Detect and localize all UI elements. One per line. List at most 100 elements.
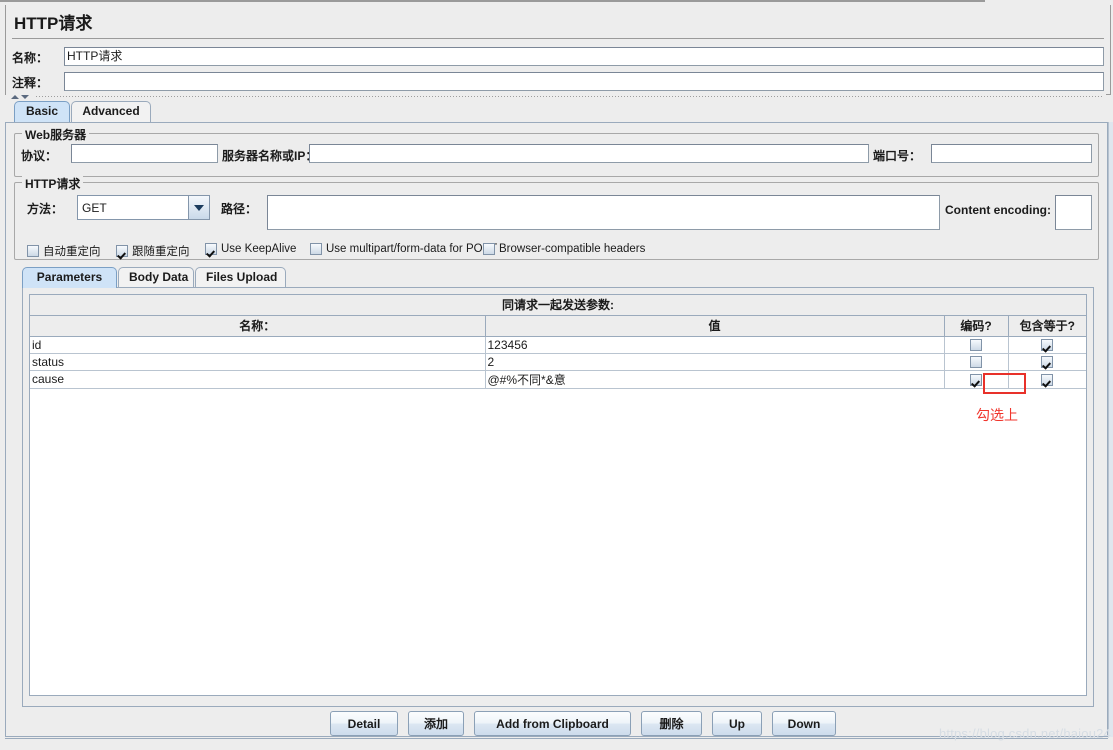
- vertical-scrollbar[interactable]: [1108, 122, 1113, 737]
- table-action-buttons: Detail 添加 Add from Clipboard 删除 Up Down: [330, 711, 836, 736]
- param-encode-cell[interactable]: [944, 370, 1009, 389]
- collapse-down-icon[interactable]: [21, 95, 29, 99]
- use-multipart-label: Use multipart/form-data for POST: [326, 243, 498, 255]
- param-value-cell[interactable]: 2: [485, 353, 945, 371]
- split-pane-divider[interactable]: [6, 92, 1106, 101]
- param-include-equals-cell[interactable]: [1008, 353, 1086, 371]
- tab-advanced[interactable]: Advanced: [71, 101, 151, 122]
- param-include-equals-cell[interactable]: [1008, 370, 1086, 389]
- tab-body-data-label: Body Data: [129, 270, 189, 284]
- column-header-include-equals[interactable]: 包含等于?: [1008, 316, 1086, 337]
- auto-redirect-label: 自动重定向: [43, 246, 101, 258]
- encode-checkbox[interactable]: [970, 373, 982, 386]
- table-row[interactable]: id 123456: [30, 336, 1086, 354]
- port-input[interactable]: [931, 144, 1092, 163]
- content-encoding-input[interactable]: [1055, 195, 1092, 230]
- add-from-clipboard-button[interactable]: Add from Clipboard: [474, 711, 631, 736]
- http-request-group-title: HTTP请求: [22, 175, 84, 192]
- add-button[interactable]: 添加: [408, 711, 464, 736]
- encode-checkbox[interactable]: [970, 339, 982, 352]
- http-request-group: HTTP请求 方法： GET 路径： Content encoding: 自动重…: [14, 175, 1099, 260]
- port-label: 端口号：: [873, 149, 922, 163]
- include-equals-checkbox[interactable]: [1041, 373, 1054, 386]
- comment-label: 注释：: [12, 76, 49, 90]
- table-row[interactable]: status 2: [30, 353, 1086, 371]
- tab-advanced-label: Advanced: [82, 104, 140, 118]
- auto-redirect-checkbox-box[interactable]: [27, 245, 39, 257]
- header-panel: HTTP请求 名称： HTTP请求 注释：: [5, 5, 1111, 95]
- comment-input[interactable]: [64, 72, 1104, 91]
- parameters-table-caption: 同请求一起发送参数:: [30, 295, 1086, 316]
- web-server-group: Web服务器 协议： 服务器名称或IP： 端口号：: [14, 126, 1099, 177]
- param-include-equals-cell[interactable]: [1008, 336, 1086, 354]
- jmeter-http-request-window: HTTP请求 名称： HTTP请求 注释： Basic Advanced Web…: [0, 0, 1113, 750]
- collapse-up-icon[interactable]: [11, 95, 19, 99]
- param-value-cell[interactable]: @#%不同*&意: [485, 370, 945, 389]
- parameters-table: 名称： 值 编码? 包含等于? id 123456 status 2 cause…: [30, 316, 1086, 389]
- tab-basic-label: Basic: [25, 104, 59, 118]
- browser-compatible-headers-label: Browser-compatible headers: [499, 243, 646, 255]
- up-button[interactable]: Up: [712, 711, 762, 736]
- use-multipart-checkbox-box[interactable]: [310, 243, 322, 255]
- checkbox-auto-redirect[interactable]: 自动重定向: [27, 243, 101, 259]
- tab-files-upload-label: Files Upload: [206, 270, 278, 284]
- param-encode-cell[interactable]: [944, 336, 1009, 354]
- annotation-label: 勾选上: [976, 407, 1018, 423]
- checkbox-follow-redirect[interactable]: 跟随重定向: [116, 243, 190, 259]
- basic-tab-content: Web服务器 协议： 服务器名称或IP： 端口号： HTTP请求 方法： GET…: [5, 122, 1108, 737]
- delete-button[interactable]: 删除: [641, 711, 702, 736]
- param-value-cell[interactable]: 123456: [485, 336, 945, 354]
- page-title: HTTP请求: [14, 14, 93, 33]
- tab-body-data[interactable]: Body Data: [118, 267, 194, 288]
- checkbox-browser-compatible-headers[interactable]: Browser-compatible headers: [483, 243, 645, 255]
- param-name-cell[interactable]: cause: [30, 370, 486, 389]
- protocol-label: 协议：: [21, 149, 58, 163]
- parameters-panel: 同请求一起发送参数: 名称： 值 编码? 包含等于? id 123456 sta…: [22, 287, 1094, 707]
- browser-compatible-headers-checkbox-box[interactable]: [483, 243, 495, 255]
- table-row[interactable]: cause @#%不同*&意: [30, 370, 1086, 389]
- include-equals-checkbox[interactable]: [1041, 339, 1054, 352]
- path-label: 路径：: [221, 202, 258, 216]
- detail-button[interactable]: Detail: [330, 711, 398, 736]
- tab-parameters[interactable]: Parameters: [22, 267, 117, 288]
- include-equals-checkbox[interactable]: [1041, 356, 1054, 369]
- method-combobox[interactable]: GET: [77, 195, 210, 220]
- parameters-table-header-row: 名称： 值 编码? 包含等于?: [30, 316, 1086, 337]
- down-button[interactable]: Down: [772, 711, 836, 736]
- name-input[interactable]: HTTP请求: [64, 47, 1104, 66]
- comment-field-row: 注释：: [12, 72, 1104, 92]
- param-encode-cell[interactable]: [944, 353, 1009, 371]
- path-input[interactable]: [267, 195, 940, 230]
- protocol-input[interactable]: [71, 144, 218, 163]
- outer-tabstrip: Basic Advanced: [14, 101, 514, 122]
- column-header-value[interactable]: 值: [485, 316, 945, 337]
- parameters-table-container: 同请求一起发送参数: 名称： 值 编码? 包含等于? id 123456 sta…: [29, 294, 1087, 696]
- param-name-cell[interactable]: id: [30, 336, 486, 354]
- param-name-cell[interactable]: status: [30, 353, 486, 371]
- follow-redirect-checkbox-box[interactable]: [116, 245, 128, 257]
- column-header-encode[interactable]: 编码?: [944, 316, 1009, 337]
- window-top-border: [0, 0, 985, 2]
- server-input[interactable]: [309, 144, 869, 163]
- column-header-name[interactable]: 名称：: [30, 316, 486, 337]
- web-server-group-title: Web服务器: [22, 126, 90, 143]
- encode-checkbox[interactable]: [970, 356, 982, 369]
- chevron-down-icon[interactable]: [188, 196, 209, 219]
- name-field-row: 名称： HTTP请求: [12, 47, 1104, 67]
- follow-redirect-label: 跟随重定向: [132, 246, 190, 258]
- content-encoding-label: Content encoding:: [945, 203, 1051, 217]
- name-label: 名称：: [12, 51, 49, 65]
- tab-files-upload[interactable]: Files Upload: [195, 267, 286, 288]
- use-keepalive-checkbox-box[interactable]: [205, 243, 217, 255]
- use-keepalive-label: Use KeepAlive: [221, 243, 297, 255]
- tab-basic[interactable]: Basic: [14, 101, 70, 122]
- tab-parameters-label: Parameters: [36, 270, 103, 284]
- method-combobox-value: GET: [82, 200, 107, 215]
- divider-dots: [36, 96, 1104, 97]
- method-label: 方法：: [27, 202, 64, 216]
- checkbox-use-keepalive[interactable]: Use KeepAlive: [205, 243, 296, 255]
- server-label: 服务器名称或IP：: [222, 149, 318, 163]
- inner-tabstrip: Parameters Body Data Files Upload: [22, 267, 622, 288]
- watermark-text: https://blog.csdn.net/haiou24: [938, 726, 1111, 741]
- checkbox-use-multipart[interactable]: Use multipart/form-data for POST: [310, 243, 497, 255]
